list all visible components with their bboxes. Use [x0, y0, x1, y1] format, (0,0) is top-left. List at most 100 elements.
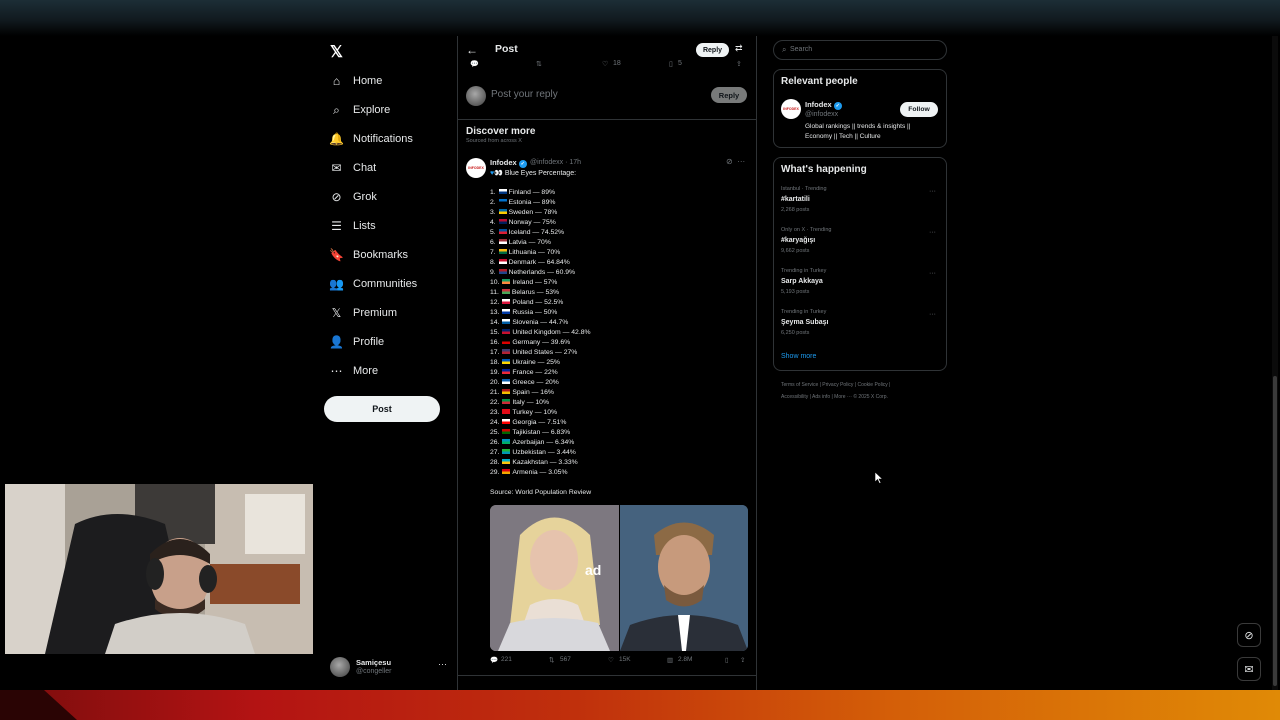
avatar [466, 86, 486, 106]
nav-item-label: Grok [353, 191, 377, 203]
nav-item-grok[interactable]: ⊘ Grok [330, 187, 377, 207]
flag-icon [502, 429, 511, 434]
trend-name[interactable]: #karyağışı [781, 237, 815, 244]
blue-heart-icon: ♥ [490, 170, 495, 177]
list-item: 23. Turkey — 10% [490, 409, 558, 416]
flag-icon [502, 419, 511, 424]
more-dots-icon[interactable]: ··· [929, 311, 936, 318]
nav-item-profile[interactable]: 👤 Profile [329, 332, 384, 352]
flag-icon [502, 399, 511, 404]
scrollbar-thumb[interactable] [1273, 376, 1277, 686]
nav-item-premium[interactable]: 𝕏 Premium [330, 303, 397, 323]
verified-badge-icon: ✓ [833, 102, 842, 110]
nav-item-label: Explore [353, 104, 391, 116]
list-item: 20. Greece — 20% [490, 379, 559, 386]
list-item: 22. Italy — 10% [490, 399, 549, 406]
list-item: 7. Lithuania — 70% [490, 249, 561, 256]
more-dots-icon[interactable]: ··· [929, 188, 936, 195]
trend-name[interactable]: #kartatili [781, 196, 810, 203]
share-icon[interactable]: ⇪ [740, 656, 745, 664]
footer-links-1[interactable]: Terms of Service | Privacy Policy | Cook… [781, 382, 890, 388]
list-item: 16. Germany — 39.6% [490, 339, 571, 346]
relevant-person-name[interactable]: Infodex ✓ [805, 100, 842, 110]
account-switcher[interactable]: Samiçesu @congeller ··· [330, 656, 450, 678]
settings-sliders-icon[interactable]: ⇄ [735, 43, 743, 54]
nav-item-label: Premium [353, 307, 398, 319]
repost-icon[interactable]: ⇅ [536, 60, 542, 68]
nav-item-explore[interactable]: ⌕ Explore [330, 100, 390, 120]
reply-button[interactable]: Reply [711, 87, 747, 103]
list-item: 27. Uzbekistan — 3.44% [490, 449, 576, 456]
flag-icon [498, 239, 507, 244]
search-icon: ⌕ [782, 45, 787, 54]
list-item: 15. United Kingdom — 42.8% [490, 329, 591, 336]
follow-button[interactable]: Follow [900, 102, 938, 117]
list-item: 9. Netherlands — 60.9% [490, 269, 576, 276]
header-reply-button[interactable]: Reply [696, 43, 729, 57]
nav-item-label: Home [353, 75, 383, 87]
nav-item-chat[interactable]: ✉ Chat [330, 158, 376, 178]
flag-icon [502, 329, 511, 334]
taskbar-strip [0, 690, 1280, 720]
footer-links-2[interactable]: Accessibility | Ads info | More ··· © 20… [781, 394, 888, 400]
list-item: 3. Sweden — 78% [490, 209, 558, 216]
grok-icon[interactable]: ⊘ [1237, 623, 1261, 647]
show-more-link[interactable]: Show more [781, 353, 816, 360]
grok-icon[interactable]: ⊘ [726, 157, 733, 166]
list-item: 10. Ireland — 57% [490, 279, 558, 286]
tweet-image-right[interactable] [620, 505, 748, 651]
bookmark-icon[interactable]: ▯ [725, 656, 729, 664]
trend-name[interactable]: Şeyma Subaşı [781, 319, 828, 326]
tweet-author[interactable]: Infodex ✓ [490, 158, 527, 168]
parent-post-actions: 💬 ⇅ ♡ 18 ▯ 5 ⇪ [466, 60, 750, 72]
list-item: 17. United States — 27% [490, 349, 578, 356]
x-logo-icon[interactable]: 𝕏 [330, 42, 346, 61]
trend-meta: Istanbul · Trending [781, 186, 827, 192]
nav-item-label: More [353, 365, 379, 377]
flag-icon [498, 199, 507, 204]
bookmark-icon[interactable]: ▯ [669, 60, 673, 68]
list-item: 29. Armenia — 3.05% [490, 469, 568, 476]
views-icon[interactable]: ▥ [667, 656, 673, 664]
divider [458, 675, 756, 676]
more-dots-icon[interactable]: ··· [438, 659, 447, 669]
trend-meta: Trending in Turkey [781, 268, 827, 274]
list-item: 1. Finland — 89% [490, 189, 556, 196]
list-item: 21. Spain — 16% [490, 389, 554, 396]
views-count: 2.8M [678, 656, 693, 663]
share-icon[interactable]: ⇪ [736, 60, 742, 68]
post-button[interactable]: Post [324, 396, 440, 422]
trend-post-count: 2,268 posts [781, 207, 810, 213]
reply-icon[interactable]: 💬 [470, 60, 479, 68]
list-item: 26. Azerbaijan — 6.34% [490, 439, 575, 446]
search-input[interactable]: ⌕ Search [773, 40, 947, 60]
home-icon: ⌂ [332, 74, 341, 88]
avatar[interactable]: INFODEX [781, 99, 801, 119]
reply-icon[interactable]: 💬 [490, 656, 498, 664]
grok-icon: ⊘ [331, 190, 342, 204]
like-icon[interactable]: ♡ [602, 60, 608, 68]
nav-item-communities[interactable]: 👥 Communities [329, 274, 417, 294]
flag-icon [502, 359, 511, 364]
nav-item-more[interactable]: ⋯ More [330, 361, 379, 381]
tweet-avatar[interactable]: INFODEX [466, 158, 486, 178]
back-arrow-icon[interactable]: ← [466, 43, 478, 57]
messages-icon[interactable]: ✉ [1237, 657, 1261, 681]
like-count: 18 [613, 60, 621, 67]
tweet-image-left[interactable]: ad [490, 505, 619, 651]
trend-name[interactable]: Sarp Akkaya [781, 278, 823, 285]
more-dots-icon[interactable]: ··· [929, 229, 936, 236]
like-icon[interactable]: ♡ [608, 656, 614, 664]
more-dots-icon[interactable]: ··· [929, 270, 936, 277]
page-scrollbar[interactable] [1272, 36, 1278, 690]
nav-item-lists[interactable]: ☰ Lists [330, 216, 376, 236]
more-dots-icon[interactable]: ··· [737, 157, 745, 166]
nav-item-notifications[interactable]: 🔔 Notifications [329, 129, 413, 149]
trend-meta: Trending in Turkey [781, 309, 827, 315]
nav-item-bookmarks[interactable]: 🔖 Bookmarks [329, 245, 408, 265]
reply-input[interactable]: Post your reply [491, 89, 558, 100]
repost-icon[interactable]: ⇅ [549, 656, 554, 664]
bookmark-icon: 🔖 [329, 248, 344, 262]
flag-icon [502, 389, 511, 394]
nav-item-home[interactable]: ⌂ Home [330, 71, 382, 91]
